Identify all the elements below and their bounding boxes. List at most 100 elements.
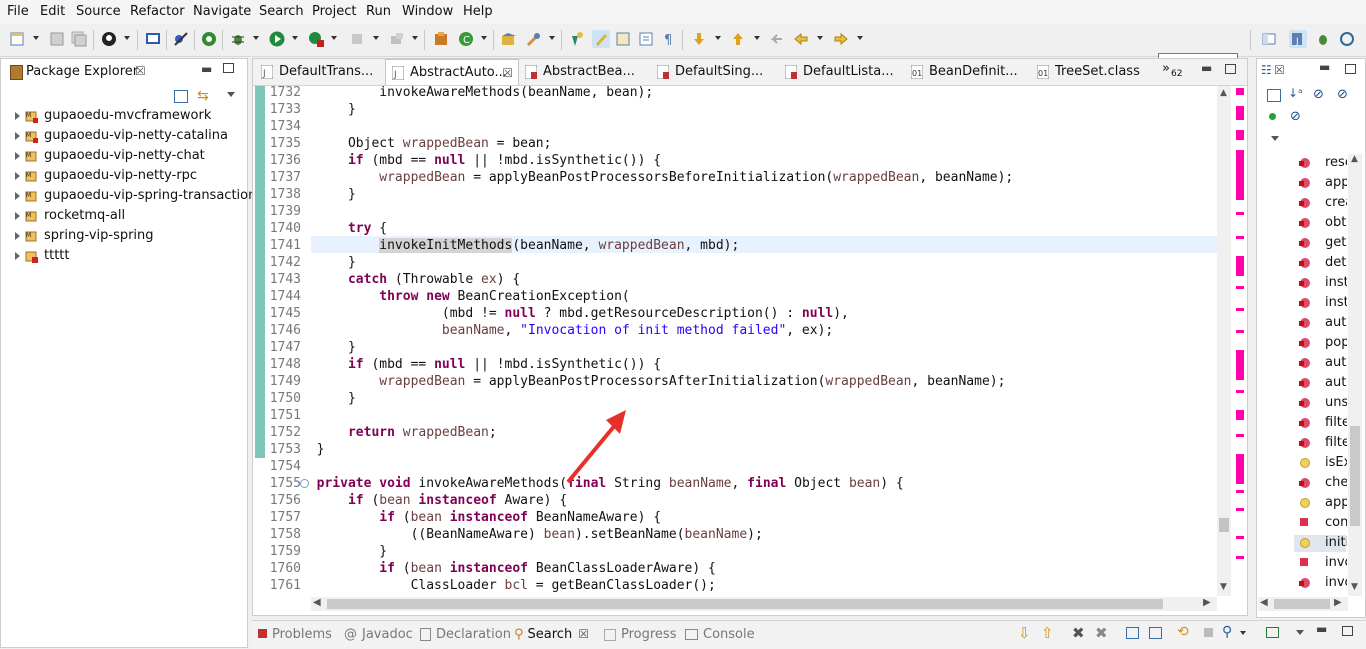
expand-all-icon[interactable] — [1126, 627, 1139, 639]
outline-item[interactable]: auto — [1325, 373, 1347, 393]
menu-file[interactable]: File — [7, 4, 29, 19]
menu-refactor[interactable]: Refactor — [130, 4, 185, 19]
menu-run[interactable]: Run — [366, 4, 391, 19]
view-menu-icon[interactable] — [1271, 136, 1279, 141]
tab-progress[interactable]: Progress — [604, 627, 676, 642]
search-history-icon[interactable]: ⚲ — [1222, 624, 1232, 640]
tree-item-project[interactable]: Mgupaoedu-vip-netty-rpc — [15, 166, 197, 186]
new-icon[interactable] — [8, 30, 26, 48]
maximize-icon[interactable] — [1225, 64, 1236, 74]
scroll-thumb[interactable] — [1219, 518, 1229, 532]
spring-boot-icon[interactable] — [200, 30, 218, 48]
tab-problems[interactable]: Problems — [258, 627, 332, 642]
collapse-all-icon[interactable] — [1149, 627, 1162, 639]
tree-item-project[interactable]: Mgupaoedu-vip-netty-chat — [15, 146, 205, 166]
cancel-search-icon[interactable] — [1204, 628, 1213, 637]
menu-search[interactable]: Search — [259, 4, 304, 19]
editor-tab[interactable]: 01 BeanDefinit... — [905, 59, 1029, 85]
menu-project[interactable]: Project — [312, 4, 356, 19]
forward-icon[interactable] — [832, 30, 850, 48]
outline-item[interactable]: filte — [1325, 433, 1347, 453]
menu-edit[interactable]: Edit — [40, 4, 65, 19]
outline-icon[interactable]: ☷ — [1261, 63, 1272, 77]
outline-item[interactable]: crea — [1325, 193, 1347, 213]
open-type-icon[interactable] — [500, 30, 518, 48]
new-java-class-icon[interactable]: C — [457, 30, 475, 48]
pin-view-icon[interactable] — [1266, 627, 1279, 638]
outline-vertical-scrollbar[interactable]: ▲ ▼ — [1348, 154, 1362, 596]
stop-icon[interactable] — [348, 30, 366, 48]
menu-help[interactable]: Help — [463, 4, 493, 19]
outline-item[interactable]: isEx — [1325, 453, 1347, 473]
save-icon[interactable] — [48, 30, 66, 48]
terminal-icon[interactable] — [144, 30, 162, 48]
outline-item[interactable]: invo — [1325, 573, 1347, 593]
run-search-again-icon[interactable]: ⟲ — [1177, 624, 1189, 640]
hide-fields-icon[interactable]: ⊘ — [1313, 87, 1324, 102]
java-perspective-icon[interactable]: J — [1289, 30, 1307, 48]
view-menu-icon[interactable] — [227, 92, 235, 97]
outline-item[interactable]: filte — [1325, 413, 1347, 433]
tab-console[interactable]: Console — [685, 627, 755, 642]
sort-icon[interactable]: ↓ᵃ — [1288, 86, 1303, 100]
editor-tab[interactable]: 01 TreeSet.class — [1031, 59, 1151, 85]
git-perspective-icon[interactable] — [1338, 30, 1356, 48]
next-match-icon[interactable]: ⇩ — [1018, 624, 1031, 642]
editor-tab[interactable]: AbstractBea... — [519, 59, 647, 85]
editor-tab[interactable]: DefaultSing... — [651, 59, 779, 85]
tab-declaration[interactable]: Declaration — [420, 627, 511, 642]
tree-item-project[interactable]: Mrocketmq-all — [15, 206, 125, 226]
more-tabs-icon[interactable]: » — [1162, 61, 1170, 76]
tab-javadoc[interactable]: @ Javadoc — [344, 627, 413, 642]
back-icon[interactable] — [792, 30, 810, 48]
tab-search[interactable]: ⚲ Search ☒ — [514, 627, 589, 642]
outline-item[interactable]: dete — [1325, 253, 1347, 273]
toggle-mark-occurrences-icon[interactable] — [568, 30, 586, 48]
outline-item[interactable]: auto — [1325, 353, 1347, 373]
tree-item-project[interactable]: Mgupaoedu-vip-spring-transaction — [15, 186, 256, 206]
open-perspective-icon[interactable] — [1260, 30, 1278, 48]
external-tools-icon[interactable] — [388, 30, 406, 48]
collapse-all-icon[interactable] — [174, 90, 188, 103]
close-icon[interactable]: ☒ — [502, 60, 513, 86]
minimize-icon[interactable]: ▬ — [1316, 622, 1327, 636]
hide-local-types-icon[interactable]: ⊘ — [1290, 109, 1301, 124]
outline-item[interactable]: pop — [1325, 333, 1347, 353]
editor-vertical-scrollbar[interactable]: ▲ ▼ — [1217, 86, 1231, 596]
skip-breakpoints-icon[interactable] — [172, 30, 190, 48]
hide-non-public-icon[interactable] — [1269, 113, 1276, 120]
tree-item-project[interactable]: Mgupaoedu-mvcframework — [15, 106, 211, 126]
maximize-icon[interactable] — [1342, 626, 1353, 636]
link-with-editor-icon[interactable]: ⇆ — [197, 88, 209, 104]
block-selection-icon[interactable] — [614, 30, 632, 48]
maximize-icon[interactable] — [1345, 64, 1356, 74]
new-java-package-icon[interactable] — [432, 30, 450, 48]
remove-all-matches-icon[interactable]: ✖ — [1095, 624, 1108, 642]
show-whitespace-icon[interactable] — [637, 30, 655, 48]
hide-static-icon[interactable]: ⊘ — [1337, 87, 1348, 102]
outline-item[interactable]: che — [1325, 473, 1347, 493]
run-coverage-icon[interactable] — [307, 30, 325, 48]
minimize-icon[interactable]: ▬ — [1201, 61, 1212, 75]
scroll-thumb[interactable] — [327, 599, 1163, 609]
outline-item[interactable]: uns — [1325, 393, 1347, 413]
menu-source[interactable]: Source — [76, 4, 121, 19]
editor-tab-active[interactable]: J AbstractAuto... ☒ — [385, 59, 519, 85]
remove-match-icon[interactable]: ✖ — [1072, 624, 1085, 642]
minimize-icon[interactable]: ▬ — [1319, 60, 1330, 74]
search-icon[interactable] — [525, 30, 543, 48]
highlight-icon[interactable] — [592, 30, 610, 48]
package-explorer-title[interactable]: Package Explorer — [26, 64, 138, 79]
outline-item[interactable]: app — [1325, 493, 1347, 513]
maximize-icon[interactable] — [223, 63, 234, 73]
scroll-thumb[interactable] — [1350, 426, 1360, 526]
outline-item[interactable]: inst — [1325, 293, 1347, 313]
debug-icon[interactable] — [229, 30, 247, 48]
tree-item-project[interactable]: ttttt — [15, 246, 70, 266]
menu-navigate[interactable]: Navigate — [193, 4, 251, 19]
close-icon[interactable]: ☒ — [1274, 63, 1285, 77]
outline-item[interactable]: get — [1325, 233, 1347, 253]
outline-item[interactable]: obt — [1325, 213, 1347, 233]
outline-item[interactable]: invo — [1325, 553, 1347, 573]
outline-item[interactable]: reso — [1325, 153, 1347, 173]
